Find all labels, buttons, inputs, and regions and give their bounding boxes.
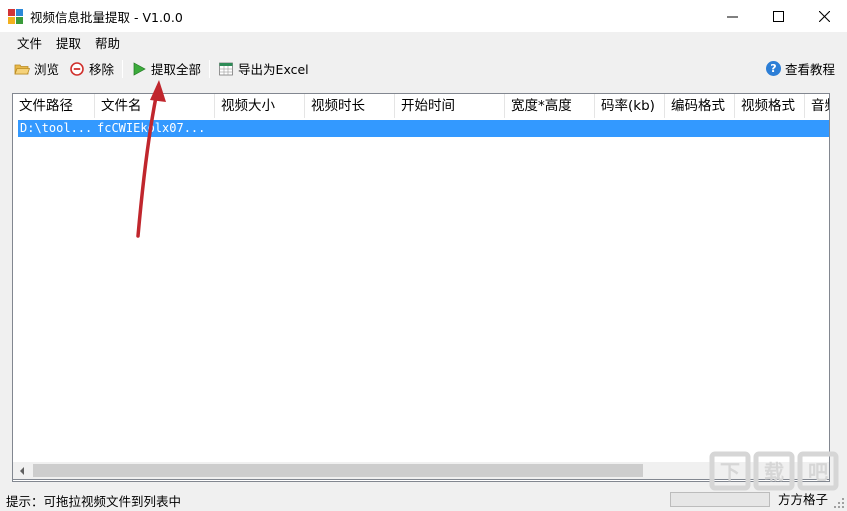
remove-label: 移除 xyxy=(89,62,115,77)
table-row[interactable]: D:\tool... fcCWIEkolx07... xyxy=(18,120,829,137)
file-list[interactable]: 文件路径 文件名 视频大小 视频时长 开始时间 宽度*高度 码率(kb) 编码格… xyxy=(12,93,830,482)
list-header: 文件路径 文件名 视频大小 视频时长 开始时间 宽度*高度 码率(kb) 编码格… xyxy=(13,94,829,118)
menu-extract[interactable]: 提取 xyxy=(49,32,88,55)
remove-button[interactable]: 移除 xyxy=(66,57,117,81)
export-excel-label: 导出为Excel xyxy=(238,62,309,77)
column-header-resolution[interactable]: 宽度*高度 xyxy=(505,94,595,118)
toolbar-separator xyxy=(122,59,124,78)
scroll-left-icon[interactable] xyxy=(13,462,30,479)
resize-grip-icon[interactable] xyxy=(834,498,844,508)
help-icon: ? xyxy=(765,61,781,76)
close-icon xyxy=(818,10,830,22)
column-header-start-time[interactable]: 开始时间 xyxy=(395,94,505,118)
close-button[interactable] xyxy=(801,0,847,32)
app-icon xyxy=(8,8,24,24)
column-header-video-size[interactable]: 视频大小 xyxy=(215,94,305,118)
watermark-char: 载 xyxy=(764,460,784,484)
folder-icon xyxy=(14,61,31,77)
toolbar: 浏览 移除 提取全部 导出为Excel ? 查看教程 xyxy=(0,55,847,82)
watermark-char: 吧 xyxy=(808,460,828,484)
extract-all-button[interactable]: 提取全部 xyxy=(128,57,204,81)
title-bar: 视频信息批量提取 - V1.0.0 xyxy=(0,0,847,32)
column-header-video-format[interactable]: 视频格式 xyxy=(735,94,805,118)
column-header-audio[interactable]: 音频 xyxy=(805,94,829,118)
column-header-duration[interactable]: 视频时长 xyxy=(305,94,395,118)
maximize-button[interactable] xyxy=(755,0,801,32)
column-header-codec[interactable]: 编码格式 xyxy=(665,94,735,118)
cell-file-name: fcCWIEkolx07... xyxy=(97,121,206,135)
window-title: 视频信息批量提取 - V1.0.0 xyxy=(30,9,183,25)
watermark-icon: 下 载 吧 xyxy=(709,451,839,491)
column-header-file-name[interactable]: 文件名 xyxy=(95,94,215,118)
tutorial-label: 查看教程 xyxy=(784,62,835,77)
minimize-icon xyxy=(726,16,738,17)
watermark-logo: 下 载 吧 xyxy=(708,446,842,494)
play-icon xyxy=(131,61,147,77)
column-header-bitrate[interactable]: 码率(kb) xyxy=(595,94,665,118)
watermark-char: 下 xyxy=(720,460,740,484)
toolbar-separator xyxy=(209,59,211,78)
menu-bar: 文件 提取 帮助 xyxy=(0,32,847,55)
column-header-file-path[interactable]: 文件路径 xyxy=(13,94,95,118)
menu-file[interactable]: 文件 xyxy=(10,32,49,55)
status-hint: 提示：可拖拉视频文件到列表中 xyxy=(6,493,182,509)
browse-button[interactable]: 浏览 xyxy=(11,57,62,81)
excel-icon xyxy=(218,61,234,77)
menu-help[interactable]: 帮助 xyxy=(88,32,127,55)
remove-circle-icon xyxy=(69,61,85,77)
cell-file-path: D:\tool... xyxy=(20,121,93,135)
export-excel-button[interactable]: 导出为Excel xyxy=(215,57,312,81)
browse-label: 浏览 xyxy=(34,62,60,77)
extract-all-label: 提取全部 xyxy=(151,62,202,77)
scrollbar-thumb[interactable] xyxy=(33,464,643,477)
tutorial-button[interactable]: ? 查看教程 xyxy=(765,55,835,82)
maximize-icon xyxy=(772,10,784,22)
minimize-button[interactable] xyxy=(709,0,755,32)
progress-bar xyxy=(670,492,770,507)
